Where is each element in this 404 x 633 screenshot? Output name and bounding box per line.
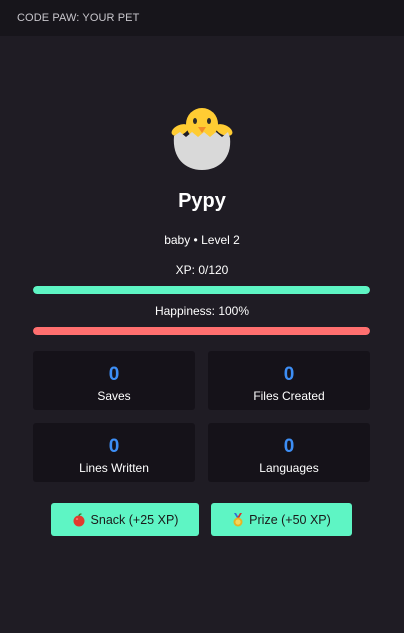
xp-label: XP: 0/120 [175,263,229,277]
stat-card-saves: 0 Saves [33,351,195,410]
happiness-label: Happiness: 100% [154,304,250,318]
stat-value: 0 [108,436,120,457]
medal-icon [233,512,243,526]
stat-card-languages: 0 Languages [208,423,370,482]
panel-header: CODE PAW: YOUR PET [0,0,404,36]
prize-button-label: Prize (+50 XP) [249,512,331,527]
happiness-progress-fill [33,327,370,335]
prize-button[interactable]: Prize (+50 XP) [211,503,352,536]
stat-label: Files Created [253,389,325,403]
snack-button[interactable]: Snack (+25 XP) [51,503,199,536]
stat-value: 0 [108,364,120,385]
xp-progress-bar [33,286,370,294]
stat-value: 0 [283,364,295,385]
pet-stage-level: baby • Level 2 [164,233,240,247]
pet-avatar [0,96,404,176]
hatching-chick-icon [171,108,233,170]
stat-value: 0 [283,436,295,457]
xp-progress-fill [33,286,370,294]
apple-icon [73,512,85,526]
stat-label: Saves [97,389,131,403]
stat-card-files-created: 0 Files Created [208,351,370,410]
stat-label: Languages [259,461,319,475]
snack-button-label: Snack (+25 XP) [90,512,179,527]
pet-name: Pypy [178,190,226,212]
panel-title: CODE PAW: YOUR PET [17,12,140,24]
stat-card-lines-written: 0 Lines Written [33,423,195,482]
happiness-progress-bar [33,327,370,335]
stat-label: Lines Written [79,461,149,475]
